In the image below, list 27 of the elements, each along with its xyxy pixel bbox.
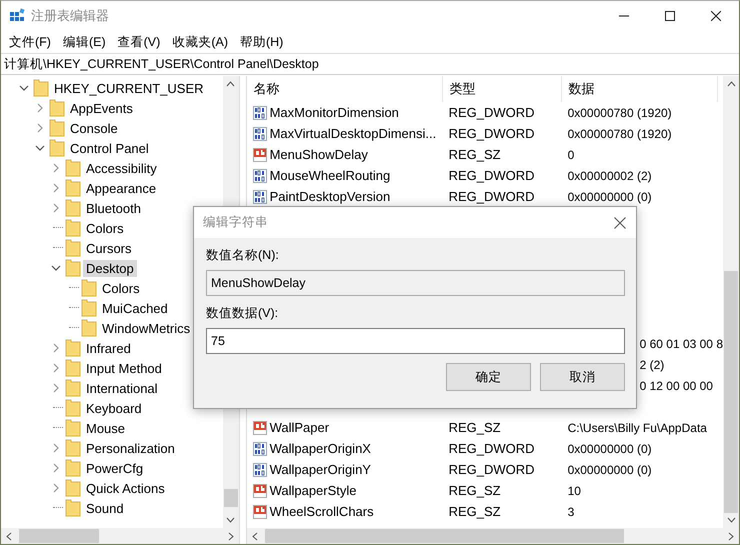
value-type: REG_DWORD (448, 189, 536, 204)
value-data: 0x00000000 (0) (566, 462, 653, 476)
value-type: REG_DWORD (448, 462, 536, 477)
field-label: 数值数据(V): (206, 305, 280, 322)
value-type: REG_SZ (448, 483, 502, 498)
value-data: 2 (2) (640, 358, 664, 372)
field-label: 数值名称(N): (206, 247, 280, 264)
value-data: 0 12 00 00 00 (640, 378, 713, 392)
value-type: REG_DWORD (448, 441, 536, 456)
value-data: 0x00000780 (1920) (566, 126, 673, 140)
dialog-title: 编辑字符串 (203, 214, 268, 231)
value-data: 10 (566, 484, 582, 498)
value-data: 0x00000000 (0) (566, 190, 653, 204)
value-type: REG_DWORD (448, 105, 536, 120)
value-data: 0x00000002 (2) (566, 168, 653, 182)
window-title: 注册表编辑器 (31, 7, 109, 25)
value-data: C:\Users\Billy Fu\AppData (566, 420, 708, 434)
value-data: 3 (566, 504, 576, 518)
value-data: 0x00000000 (0) (566, 442, 653, 456)
value-type: REG_SZ (448, 420, 502, 435)
value-data: 0 (566, 148, 576, 162)
value-data: 0x00000780 (1920) (566, 106, 673, 120)
value-type: REG_SZ (448, 147, 502, 162)
value-type: REG_DWORD (448, 126, 536, 141)
value-type: REG_SZ (448, 504, 502, 519)
value-data: 0 60 01 03 00 8 (640, 336, 723, 350)
value-type: REG_DWORD (448, 168, 536, 183)
